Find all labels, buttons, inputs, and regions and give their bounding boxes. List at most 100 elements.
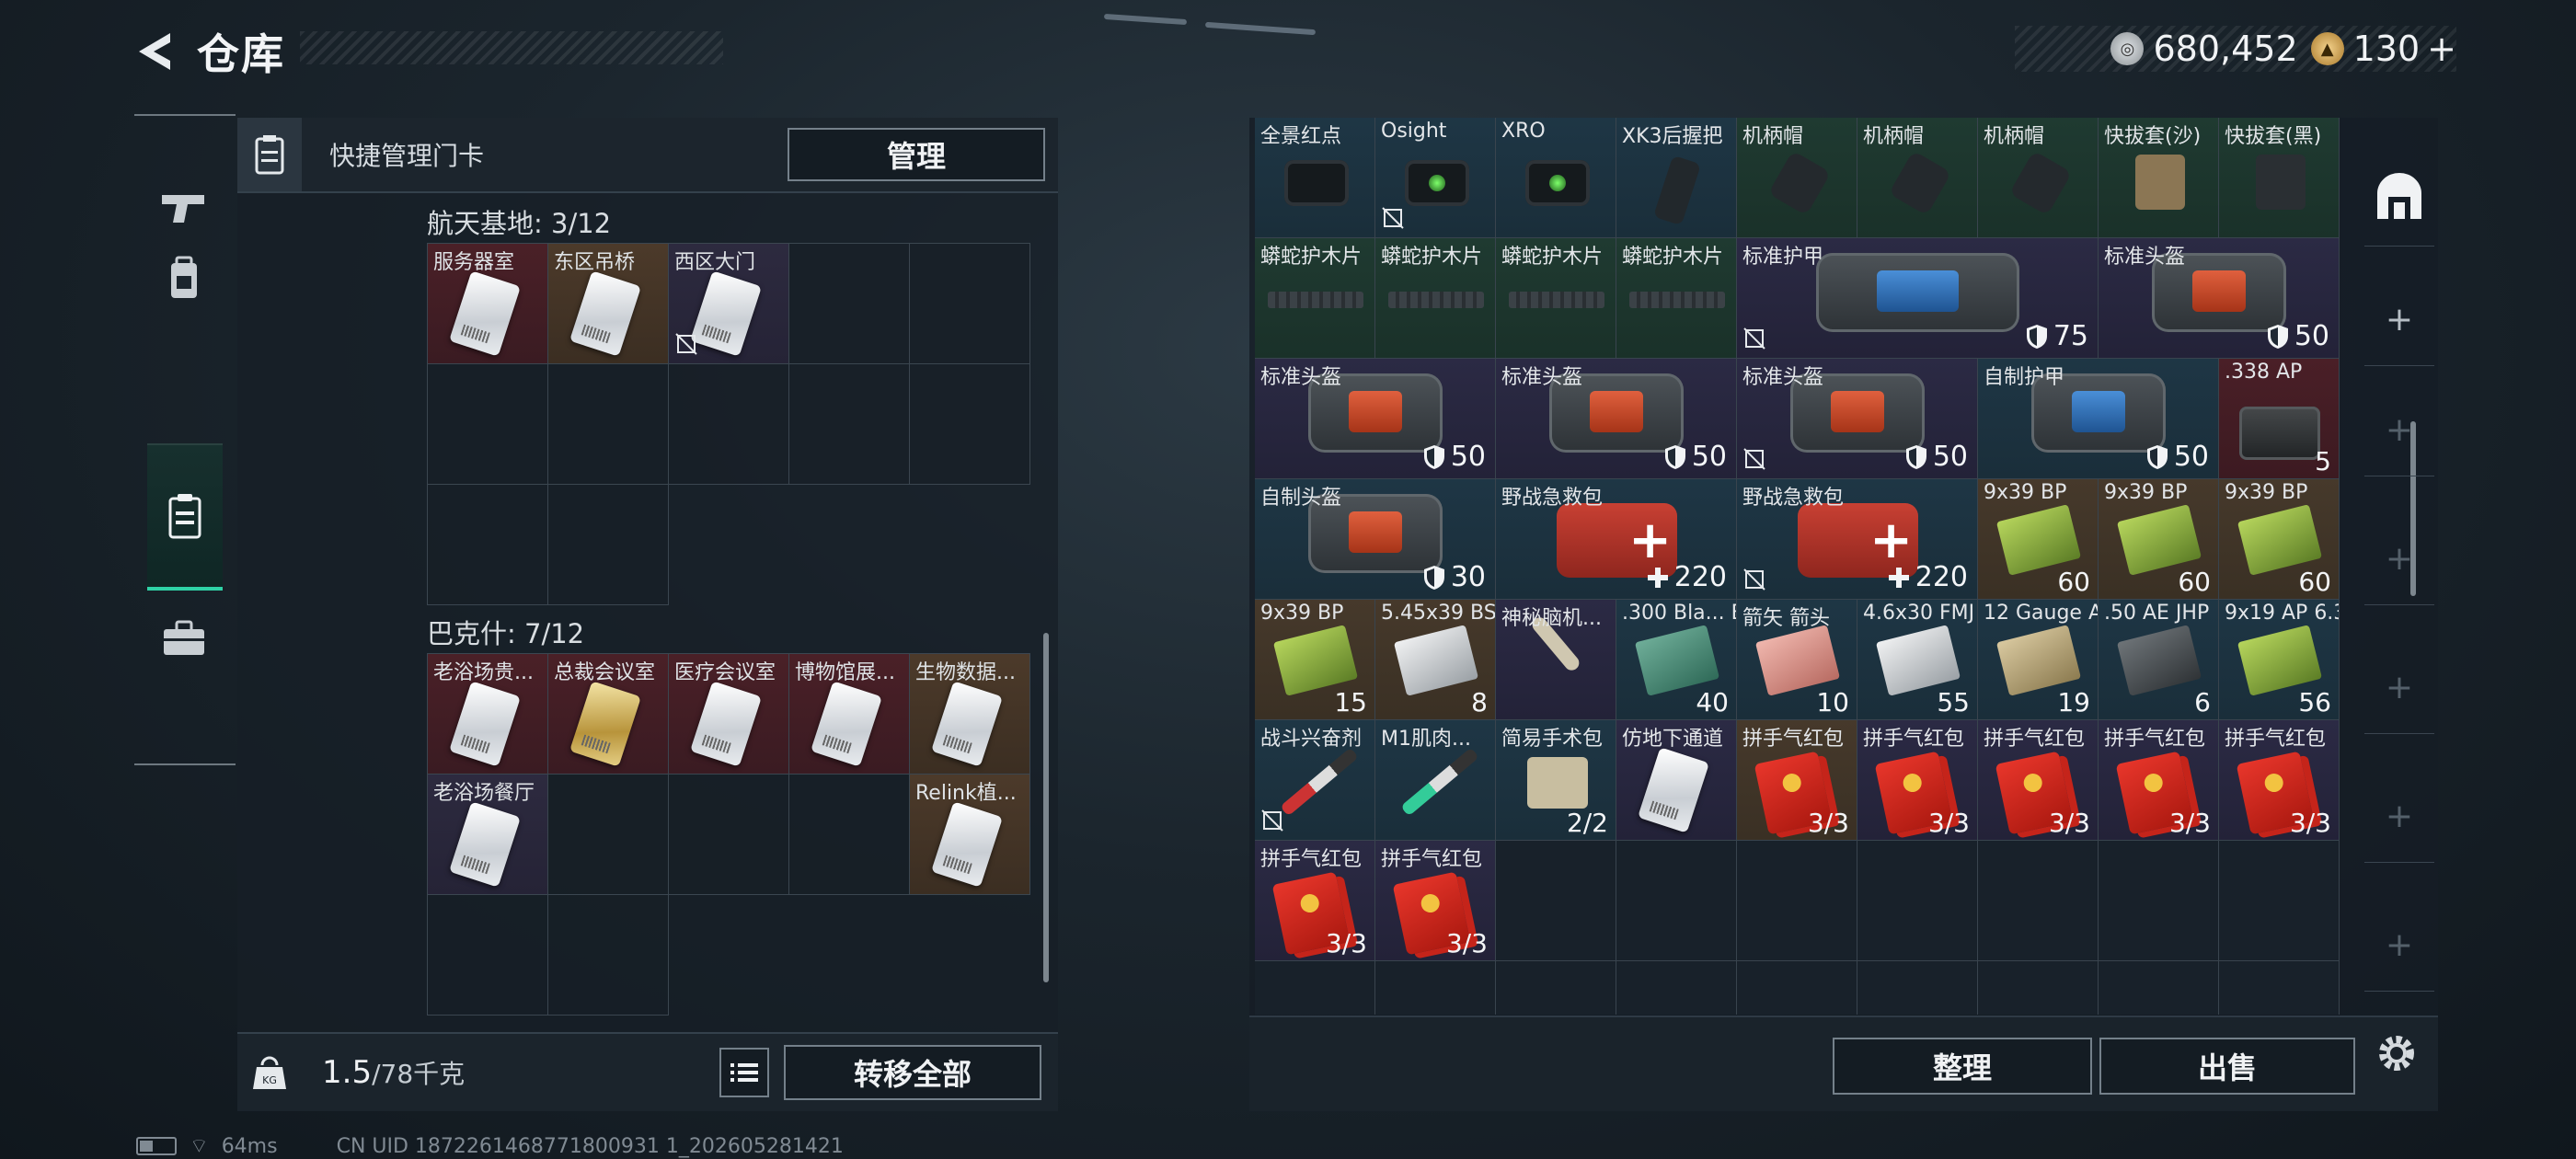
backpack-category-icon[interactable] — [147, 241, 221, 315]
stash-item[interactable]: 箭矢 箭头 10 — [1737, 600, 1857, 720]
add-stash-tab-icon[interactable]: + — [2364, 513, 2434, 605]
stash-item[interactable]: 9x39 BP 60 — [2219, 479, 2340, 600]
manage-button[interactable]: 管理 — [788, 128, 1045, 181]
gold-coin-icon: ▲ — [2310, 32, 2344, 65]
stash-item[interactable]: 仿地下通道 — [1616, 720, 1737, 841]
stash-item[interactable]: 拼手气红包 3/3 — [1737, 720, 1857, 841]
add-stash-tab-icon[interactable]: + — [2364, 642, 2434, 734]
keycard-slot[interactable]: 总裁会议室 — [548, 654, 669, 775]
keycard-slot[interactable]: 博物馆展... — [789, 654, 910, 775]
stash-item[interactable]: 标准头盔 50 — [1496, 359, 1737, 479]
stash-item[interactable]: XRO — [1496, 118, 1616, 238]
handguard-image — [1888, 150, 1952, 216]
stash-item[interactable]: 标准头盔 50 — [1255, 359, 1496, 479]
case-category-icon[interactable] — [147, 602, 221, 675]
stash-home-icon[interactable] — [2364, 145, 2434, 247]
keycard-slot[interactable]: 老浴场贵... — [428, 654, 548, 775]
stash-item[interactable]: 蟒蛇护木片 — [1616, 238, 1737, 359]
stash-item[interactable]: 野战急救包 220 — [1737, 479, 1978, 600]
stash-item[interactable]: 拼手气红包 3/3 — [1978, 720, 2099, 841]
settings-gear-icon[interactable] — [2364, 1021, 2429, 1085]
item-name: 拼手气红包 — [2225, 728, 2327, 751]
stash-item[interactable]: 拼手气红包 3/3 — [1375, 841, 1496, 961]
stash-item[interactable]: 拼手气红包 3/3 — [1255, 841, 1375, 961]
sell-button[interactable]: 出售 — [2099, 1038, 2355, 1095]
stash-item[interactable]: 标准护甲 75 — [1737, 238, 2099, 359]
item-name: 标准头盔 — [2104, 246, 2186, 269]
ammo-t-image — [1634, 625, 1720, 696]
keycard-slot[interactable]: 西区大门 — [669, 244, 789, 364]
empty-slot — [2099, 841, 2219, 961]
stash-item[interactable]: 野战急救包 220 — [1496, 479, 1737, 600]
stash-item[interactable]: 蟒蛇护木片 — [1496, 238, 1616, 359]
item-name: 自制头盔 — [1260, 487, 1342, 510]
stash-item[interactable]: 9x39 BP 60 — [1978, 479, 2099, 600]
add-currency-icon[interactable]: + — [2427, 29, 2456, 69]
stash-item[interactable]: 机柄帽 — [1737, 118, 1857, 238]
keycard-name: 生物数据... — [915, 661, 1016, 684]
stash-item[interactable]: 5.45x39 BS 8 — [1375, 600, 1496, 720]
add-stash-tab-icon[interactable]: + — [2364, 771, 2434, 863]
stash-item[interactable]: 标准头盔 50 — [2099, 238, 2340, 359]
durability-number: 50 — [1932, 441, 1968, 473]
ammo-image — [2116, 504, 2202, 576]
stash-item[interactable]: 拼手气红包 3/3 — [2099, 720, 2219, 841]
durability-number: 220 — [1915, 561, 1968, 593]
ceiling-lights — [1086, 9, 1362, 46]
stash-item[interactable]: 蟒蛇护木片 — [1255, 238, 1375, 359]
keycard-slot[interactable]: 生物数据... — [910, 654, 1030, 775]
empty-slot — [1616, 961, 1737, 1015]
stash-item[interactable]: 9x39 BP 15 — [1255, 600, 1375, 720]
stash-item[interactable]: .50 AE JHP 6 — [2099, 600, 2219, 720]
stash-item[interactable]: 蟒蛇护木片 — [1375, 238, 1496, 359]
add-stash-tab-icon[interactable]: + — [2364, 384, 2434, 476]
stash-item[interactable]: 全景红点 — [1255, 118, 1375, 238]
add-stash-tab-icon[interactable]: + — [2364, 900, 2434, 992]
stash-item[interactable]: 神秘脑机... — [1496, 600, 1616, 720]
weapon-category-icon[interactable] — [147, 171, 221, 245]
keycard-category-icon[interactable] — [147, 443, 223, 591]
keycard-slot[interactable]: Relink植... — [910, 775, 1030, 895]
item-name: 9x39 BP — [1984, 481, 2067, 504]
transfer-all-button[interactable]: 转移全部 — [784, 1045, 1041, 1100]
stash-item[interactable]: 机柄帽 — [1857, 118, 1978, 238]
stash-item[interactable]: 战斗兴奋剂 — [1255, 720, 1375, 841]
stash-item[interactable]: 标准头盔 50 — [1737, 359, 1978, 479]
stash-item[interactable]: .338 AP 5 — [2219, 359, 2340, 479]
stash-item[interactable]: 自制头盔 30 — [1255, 479, 1496, 600]
list-view-button[interactable] — [719, 1048, 769, 1097]
stash-item[interactable]: 拼手气红包 3/3 — [2219, 720, 2340, 841]
add-stash-tab-icon[interactable]: + — [2364, 274, 2434, 366]
stash-item[interactable]: 简易手术包 2/2 — [1496, 720, 1616, 841]
stash-item[interactable]: Osight — [1375, 118, 1496, 238]
stash-item[interactable]: M1肌肉... — [1375, 720, 1496, 841]
stash-item[interactable]: 12 Gauge AP-20 19 — [1978, 600, 2099, 720]
stash-item[interactable]: 9x39 BP 60 — [2099, 479, 2219, 600]
item-quantity: 15 — [1334, 687, 1367, 717]
stash-item[interactable]: .300 Bla... BCP FMJ 40 — [1616, 600, 1737, 720]
item-name: 箭矢 箭头 — [1742, 607, 1830, 630]
keycard-image — [569, 681, 641, 767]
item-name: 自制护甲 — [1984, 366, 2065, 389]
keycard-icon — [237, 118, 302, 191]
item-quantity: 3/3 — [1445, 928, 1488, 958]
keycard-name: Relink植... — [915, 782, 1017, 805]
stash-item[interactable]: 4.6x30 FMJ SX 55 — [1857, 600, 1978, 720]
stash-item[interactable]: 拼手气红包 3/3 — [1857, 720, 1978, 841]
keycard-image — [449, 270, 521, 357]
keycard-slot[interactable]: 老浴场餐厅 — [428, 775, 548, 895]
stash-item[interactable]: 9x19 AP 6.3 56 — [2219, 600, 2340, 720]
currency-bar: ◎ 680,452 ▲ 130 + — [2015, 26, 2456, 72]
stash-item[interactable]: 快拔套(黑) — [2219, 118, 2340, 238]
ammo-w-image — [1875, 625, 1961, 696]
left-scrollbar[interactable] — [1043, 633, 1049, 982]
stash-item[interactable]: 自制护甲 50 — [1978, 359, 2219, 479]
stash-item[interactable]: XK3后握把 — [1616, 118, 1737, 238]
keycard-slot[interactable]: 医疗会议室 — [669, 654, 789, 775]
back-arrow-icon[interactable] — [129, 26, 180, 77]
stash-item[interactable]: 快拔套(沙) — [2099, 118, 2219, 238]
keycard-slot[interactable]: 东区吊桥 — [548, 244, 669, 364]
sort-button[interactable]: 整理 — [1833, 1038, 2092, 1095]
keycard-slot[interactable]: 服务器室 — [428, 244, 548, 364]
stash-item[interactable]: 机柄帽 — [1978, 118, 2099, 238]
